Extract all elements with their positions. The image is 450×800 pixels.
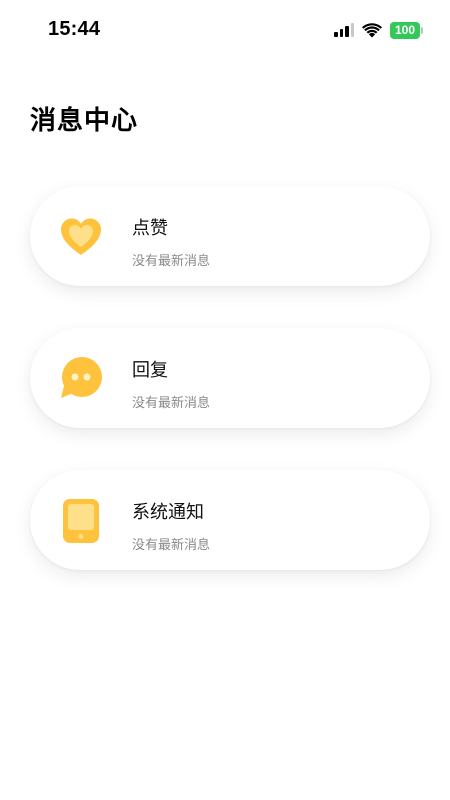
likes-title: 点赞 <box>132 218 168 239</box>
replies-title: 回复 <box>132 360 168 381</box>
wifi-icon <box>362 23 382 38</box>
page-title: 消息中心 <box>30 106 139 136</box>
phone-icon <box>58 498 104 544</box>
cellular-signal-icon <box>334 23 354 37</box>
battery-icon: 100 <box>390 21 423 39</box>
heart-icon <box>58 214 104 260</box>
replies-subtitle: 没有最新消息 <box>132 396 211 411</box>
chat-bubble-icon <box>58 356 104 402</box>
battery-level: 100 <box>394 23 416 37</box>
status-time: 15:44 <box>48 18 101 40</box>
likes-subtitle: 没有最新消息 <box>132 254 211 269</box>
likes-card[interactable]: 点赞 没有最新消息 <box>30 186 430 286</box>
system-notification-subtitle: 没有最新消息 <box>132 538 211 553</box>
replies-card[interactable]: 回复 没有最新消息 <box>30 328 430 428</box>
system-notification-title: 系统通知 <box>132 502 204 523</box>
message-center-screen: 15:44 100 消息中心 点赞 没有最新消息 回复 没有最新消息 系统通知 … <box>0 0 450 800</box>
status-bar: 15:44 100 <box>0 0 450 60</box>
system-notification-card[interactable]: 系统通知 没有最新消息 <box>30 470 430 570</box>
status-icons: 100 <box>334 20 423 40</box>
